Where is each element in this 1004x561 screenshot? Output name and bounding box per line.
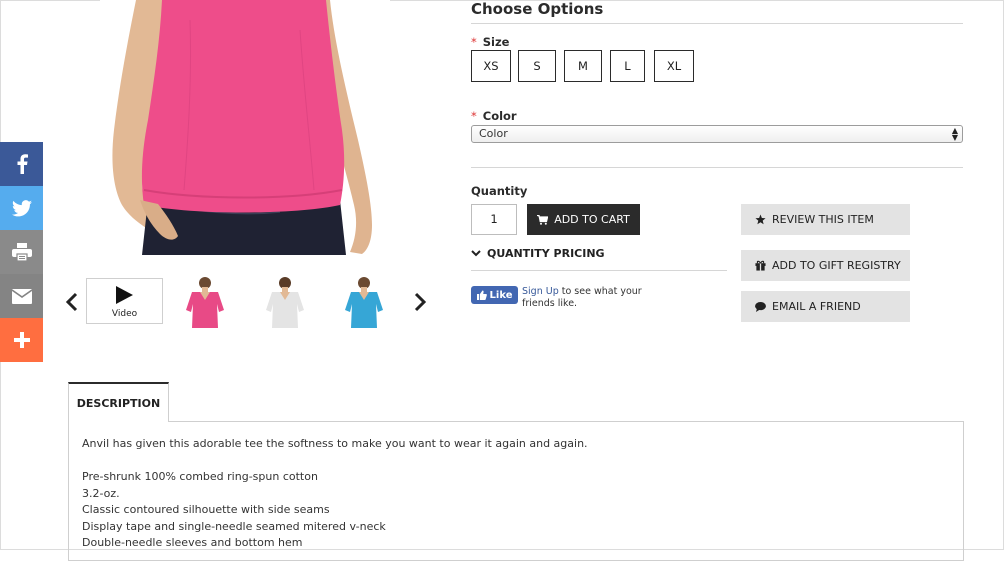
cart-icon <box>537 214 549 225</box>
size-l-button[interactable]: L <box>610 50 645 82</box>
color-select-value: Color <box>479 127 508 140</box>
thumbs-up-icon <box>476 290 487 300</box>
thumbnail-white[interactable] <box>260 276 310 328</box>
add-to-cart-label: ADD TO CART <box>554 213 630 226</box>
thumbnail-blue[interactable] <box>339 276 389 328</box>
gallery-prev-arrow[interactable] <box>64 292 80 312</box>
feature-item: Pre-shrunk 100% combed ring-spun cotton <box>82 470 318 483</box>
share-facebook-button[interactable] <box>0 142 43 186</box>
play-icon <box>116 286 133 304</box>
description-text: Anvil has given this adorable tee the so… <box>82 436 588 552</box>
product-main-image <box>100 0 390 255</box>
thumbnail-pink[interactable] <box>180 276 230 328</box>
chevron-down-icon <box>471 250 481 257</box>
gallery-next-arrow[interactable] <box>412 292 428 312</box>
divider <box>471 270 727 271</box>
like-prompt: Sign Up to see what your friends like. <box>522 286 652 310</box>
facebook-like-widget: Like Sign Up to see what your friends li… <box>471 286 652 310</box>
size-label: Size <box>482 35 510 49</box>
social-share-bar <box>0 142 43 362</box>
star-icon <box>755 214 766 225</box>
facebook-like-button[interactable]: Like <box>471 286 518 304</box>
video-thumbnail[interactable]: Video <box>86 278 163 324</box>
size-s-button[interactable]: S <box>518 50 556 82</box>
required-marker: * <box>471 109 477 123</box>
sign-up-link[interactable]: Sign Up <box>522 286 559 297</box>
feature-item: Classic contoured silhouette with side s… <box>82 503 330 516</box>
feature-item: Double-needle sleeves and bottom hem <box>82 536 303 549</box>
add-to-cart-button[interactable]: ADD TO CART <box>527 204 640 235</box>
share-email-button[interactable] <box>0 274 43 318</box>
tab-description[interactable]: DESCRIPTION <box>68 382 169 422</box>
feature-item: 3.2-oz. <box>82 486 120 500</box>
size-label-row: * Size <box>471 35 509 49</box>
size-xs-button[interactable]: XS <box>471 50 511 82</box>
gift-registry-label: ADD TO GIFT REGISTRY <box>772 259 901 272</box>
size-m-button[interactable]: M <box>564 50 602 82</box>
facebook-icon <box>17 154 28 174</box>
share-more-button[interactable] <box>0 318 43 362</box>
gift-icon <box>755 260 766 271</box>
size-xl-button[interactable]: XL <box>654 50 694 82</box>
feature-item: Display tape and single-needle seamed mi… <box>82 519 386 533</box>
review-item-button[interactable]: REVIEW THIS ITEM <box>741 204 910 235</box>
plus-icon <box>13 332 30 348</box>
print-button[interactable] <box>0 230 43 274</box>
divider <box>471 23 963 24</box>
email-friend-label: EMAIL A FRIEND <box>772 300 861 313</box>
share-twitter-button[interactable] <box>0 186 43 230</box>
like-label: Like <box>489 289 513 301</box>
speech-bubble-icon <box>755 301 766 312</box>
gift-registry-button[interactable]: ADD TO GIFT REGISTRY <box>741 250 910 281</box>
email-icon <box>11 288 32 304</box>
color-select[interactable]: Color ▲ ▼ <box>471 125 963 143</box>
twitter-icon <box>11 199 32 216</box>
options-title: Choose Options <box>471 0 604 18</box>
quantity-pricing-label: QUANTITY PRICING <box>487 247 605 260</box>
review-item-label: REVIEW THIS ITEM <box>772 213 874 226</box>
divider <box>471 167 963 168</box>
quantity-input[interactable]: 1 <box>471 204 517 235</box>
description-intro: Anvil has given this adorable tee the so… <box>82 437 588 450</box>
color-label-row: * Color <box>471 109 517 123</box>
video-label: Video <box>111 309 138 319</box>
email-friend-button[interactable]: EMAIL A FRIEND <box>741 291 910 322</box>
color-label: Color <box>482 109 517 123</box>
quantity-label: Quantity <box>471 184 528 198</box>
print-icon <box>11 243 32 261</box>
required-marker: * <box>471 35 477 49</box>
quantity-pricing-toggle[interactable]: QUANTITY PRICING <box>471 247 605 260</box>
select-arrows-icon: ▲ ▼ <box>951 126 958 142</box>
